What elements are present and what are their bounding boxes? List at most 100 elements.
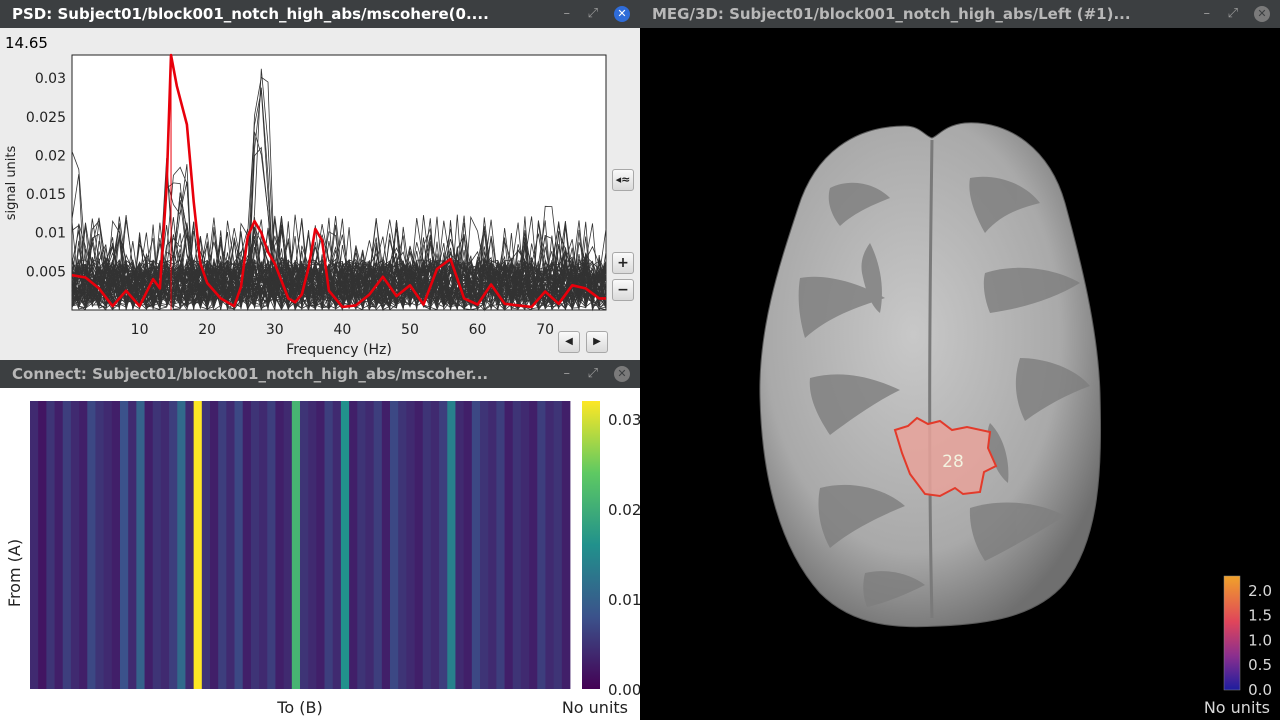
psd-plot[interactable]: 10 20 30 40 50 60 70 0.005 0.01 0.015 0.02 0.025 0.0… xyxy=(0,28,640,360)
matrix-cell[interactable] xyxy=(430,401,440,689)
matrix-cell[interactable] xyxy=(471,401,481,689)
restore-icon[interactable]: ⤢ xyxy=(588,0,598,28)
matrix-cell[interactable] xyxy=(46,401,55,689)
matrix-cell[interactable] xyxy=(95,401,105,689)
psd-xtick-label: 60 xyxy=(469,322,487,338)
matrix-cell[interactable] xyxy=(144,401,154,689)
colorbar-tick-label: 1.0 xyxy=(1248,631,1272,649)
psd-xtick-label: 40 xyxy=(333,322,351,338)
psd-title: PSD: Subject01/block001_notch_high_abs/m… xyxy=(12,5,489,23)
matrix-cell[interactable] xyxy=(463,401,473,689)
matrix-cell[interactable] xyxy=(259,401,268,689)
matrix-cell[interactable] xyxy=(103,401,113,689)
psd-ylabel: signal units xyxy=(4,145,19,220)
matrix-cell[interactable] xyxy=(480,401,489,689)
matrix-cell[interactable] xyxy=(275,401,285,689)
matrix-cell[interactable] xyxy=(62,401,72,689)
matrix-cell[interactable] xyxy=(512,401,522,689)
minimize-icon[interactable]: – xyxy=(564,360,571,388)
matrix-cell[interactable] xyxy=(488,401,497,689)
psd-panel: 14.65 10 20 30 40 50 60 70 0.005 0.01 0.015 0.02 0.… xyxy=(0,28,640,360)
colorbar-tick-label: 0.02 xyxy=(608,501,640,519)
zoom-out-button[interactable]: − xyxy=(612,279,634,301)
prev-button[interactable]: ◀ xyxy=(558,331,580,353)
zoom-in-button[interactable]: + xyxy=(612,252,634,274)
matrix-cell[interactable] xyxy=(38,401,47,689)
matrix-cell[interactable] xyxy=(504,401,514,689)
matrix-cell[interactable] xyxy=(201,401,211,689)
matrix-cell[interactable] xyxy=(210,401,219,689)
matrix-cell[interactable] xyxy=(250,401,260,689)
matrix-cell[interactable] xyxy=(455,401,465,689)
matrix-cell[interactable] xyxy=(365,401,375,689)
matrix-cell[interactable] xyxy=(267,401,276,689)
matrix-cell[interactable] xyxy=(291,401,301,689)
matrix-cell[interactable] xyxy=(218,401,227,689)
close-icon[interactable]: ✕ xyxy=(614,366,630,382)
matrix-cell[interactable] xyxy=(316,401,325,689)
matrix-cell[interactable] xyxy=(87,401,96,689)
matrix-cell[interactable] xyxy=(561,401,571,689)
matrix-cell[interactable] xyxy=(414,401,424,689)
matrix-cell[interactable] xyxy=(185,401,195,689)
matrix-cell[interactable] xyxy=(324,401,334,689)
matrix-cell[interactable] xyxy=(373,401,383,689)
matrix-cell[interactable] xyxy=(152,401,162,689)
matrix-cell[interactable] xyxy=(422,401,432,689)
matrix-cell[interactable] xyxy=(226,401,235,689)
connectivity-matrix-plot[interactable]: 0.03 0.02 0.01 0.00 To (B) From (A) No unit… xyxy=(0,388,640,720)
matrix-cell[interactable] xyxy=(193,401,203,689)
psd-ytick-label: 0.015 xyxy=(26,187,66,203)
matrix-cell[interactable] xyxy=(545,401,555,689)
matrix-cell[interactable] xyxy=(136,401,145,689)
matrix-cell[interactable] xyxy=(340,401,350,689)
matrix-cell[interactable] xyxy=(79,401,88,689)
close-icon[interactable]: ✕ xyxy=(614,6,630,22)
matrix-cell[interactable] xyxy=(54,401,64,689)
matrix-cell[interactable] xyxy=(520,401,530,689)
matrix-cell[interactable] xyxy=(30,401,39,689)
matrix-cell[interactable] xyxy=(111,401,121,689)
colorbar-tick-label: 0.0 xyxy=(1248,681,1272,699)
brain-3d-view[interactable]: 28 2.0 1.5 1.0 0.5 0.0 No units xyxy=(640,28,1280,720)
matrix-cell[interactable] xyxy=(308,401,317,689)
minimize-icon[interactable]: – xyxy=(1204,0,1211,28)
matrix-cell[interactable] xyxy=(439,401,448,689)
matrix-cell[interactable] xyxy=(390,401,399,689)
matrix-cell[interactable] xyxy=(70,401,80,689)
matrix-cell[interactable] xyxy=(406,401,415,689)
matrix-cell[interactable] xyxy=(300,401,309,689)
matrix-cell[interactable] xyxy=(128,401,137,689)
matrix-cell[interactable] xyxy=(381,401,391,689)
restore-icon[interactable]: ⤢ xyxy=(1228,0,1238,28)
matrix-cell[interactable] xyxy=(120,401,129,689)
display-mode-button[interactable]: ◂≈ xyxy=(612,169,634,191)
close-icon[interactable]: ✕ xyxy=(1254,6,1270,22)
matrix-cell[interactable] xyxy=(242,401,252,689)
meg3d-window: MEG/3D: Subject01/block001_notch_high_ab… xyxy=(640,0,1280,720)
connect-titlebar[interactable]: Connect: Subject01/block001_notch_high_a… xyxy=(0,360,640,388)
matrix-cell[interactable] xyxy=(447,401,456,689)
connect-title: Connect: Subject01/block001_notch_high_a… xyxy=(12,365,489,383)
matrix-cell[interactable] xyxy=(357,401,366,689)
matrix-cell[interactable] xyxy=(234,401,244,689)
meg3d-titlebar[interactable]: MEG/3D: Subject01/block001_notch_high_ab… xyxy=(640,0,1280,28)
matrix-cell[interactable] xyxy=(160,401,170,689)
colorbar-tick-label: 0.01 xyxy=(608,591,640,609)
matrix-cell[interactable] xyxy=(553,401,563,689)
matrix-cell[interactable] xyxy=(332,401,342,689)
matrix-cell[interactable] xyxy=(349,401,358,689)
matrix-cell[interactable] xyxy=(169,401,178,689)
matrix-cell[interactable] xyxy=(537,401,546,689)
matrix-cell[interactable] xyxy=(496,401,505,689)
matrix-cell[interactable] xyxy=(283,401,293,689)
psd-xtick-label: 50 xyxy=(401,322,419,338)
matrix-cell[interactable] xyxy=(398,401,407,689)
matrix-cell[interactable] xyxy=(529,401,538,689)
psd-titlebar[interactable]: PSD: Subject01/block001_notch_high_abs/m… xyxy=(0,0,640,28)
minimize-icon[interactable]: – xyxy=(564,0,571,28)
restore-icon[interactable]: ⤢ xyxy=(588,360,598,388)
next-button[interactable]: ▶ xyxy=(586,331,608,353)
colorbar-tick-label: 0.00 xyxy=(608,681,640,699)
matrix-cell[interactable] xyxy=(177,401,186,689)
